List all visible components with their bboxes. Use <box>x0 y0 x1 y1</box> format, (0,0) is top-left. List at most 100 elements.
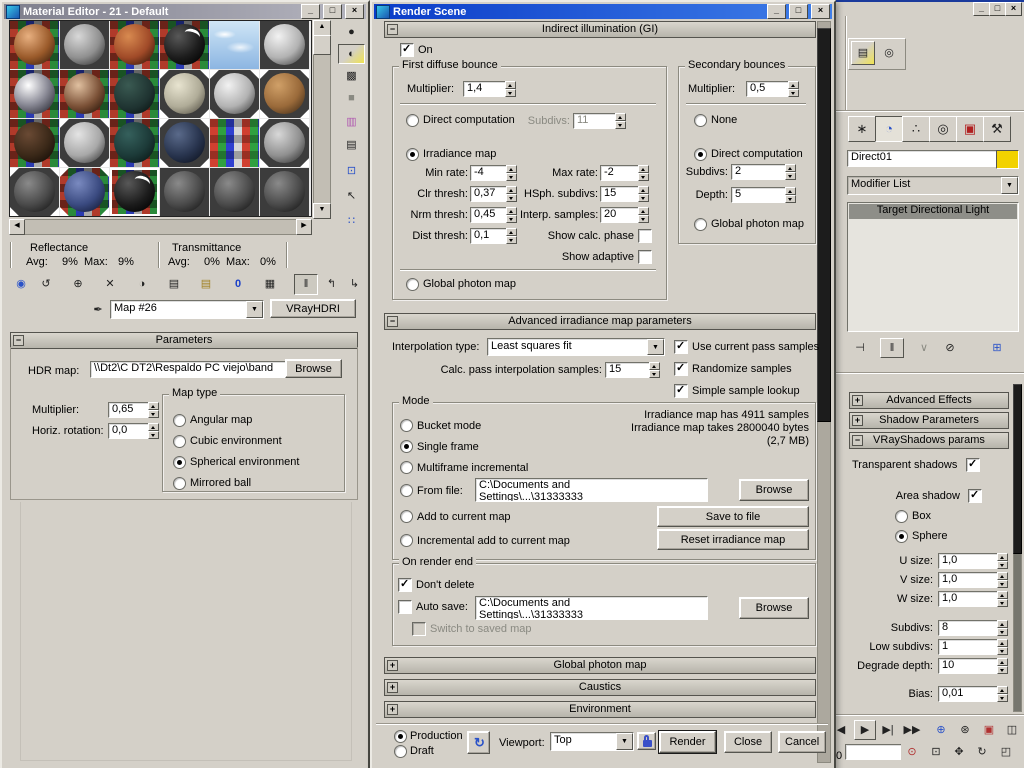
close-button[interactable]: × <box>811 4 830 19</box>
area-shadow-checkbox[interactable] <box>968 488 982 503</box>
main-restore-button[interactable]: □ <box>989 2 1006 16</box>
material-sample-slot[interactable] <box>260 119 309 167</box>
material-sample-slot[interactable] <box>210 70 259 118</box>
material-sample-slot[interactable] <box>60 119 109 167</box>
sb-none-radio[interactable] <box>694 114 707 127</box>
close-button[interactable]: × <box>345 4 364 19</box>
pick-material-icon[interactable]: ✒ <box>88 301 108 320</box>
auto-save-checkbox[interactable] <box>398 600 412 614</box>
sample-type-icon[interactable]: ● <box>338 22 365 42</box>
expand-icon[interactable]: + <box>852 415 863 426</box>
put-to-scene-icon[interactable]: ↺ <box>34 274 58 295</box>
material-sample-slot[interactable] <box>160 21 209 69</box>
fdb-global-photon-radio[interactable] <box>406 278 419 291</box>
multiplier-field[interactable]: 0,65 <box>108 402 152 418</box>
max-rate-field[interactable]: -2 <box>600 165 642 181</box>
video-color-check-icon[interactable]: ▥ <box>338 112 365 132</box>
subdivs-spinner[interactable] <box>997 620 1008 636</box>
angular-map-radio[interactable] <box>173 414 186 427</box>
put-to-library-icon[interactable]: ▤ <box>162 274 186 295</box>
dist-thresh-spinner[interactable] <box>506 228 517 244</box>
time-configuration-icon[interactable]: ⊙ <box>901 742 923 762</box>
material-sample-slot[interactable] <box>210 119 259 167</box>
next-frame-icon[interactable]: ▶| <box>877 720 899 740</box>
calc-pass-spinner[interactable] <box>649 362 660 378</box>
pan-icon[interactable]: ✥ <box>948 742 970 762</box>
tab-display[interactable]: ▣ <box>956 116 984 142</box>
tab-hierarchy[interactable]: ∴ <box>902 116 930 142</box>
collapse-icon[interactable]: − <box>852 435 863 446</box>
material-id-channel-icon[interactable]: 0 <box>226 274 250 295</box>
sb-direct-radio[interactable] <box>694 148 707 161</box>
hsph-subdivs-field[interactable]: 15 <box>600 186 642 202</box>
material-sample-slot[interactable] <box>10 168 59 216</box>
horiz-rotation-spinner[interactable] <box>148 423 159 439</box>
dialog-scrollbar-thumb[interactable] <box>817 28 831 422</box>
collapse-icon[interactable]: − <box>387 316 398 327</box>
u-size-field[interactable]: 1,0 <box>938 553 1001 569</box>
material-sample-slot[interactable] <box>160 119 209 167</box>
randomize-samples-checkbox[interactable] <box>674 361 688 376</box>
configure-modifier-sets-icon[interactable]: ⊞ <box>985 338 1009 358</box>
scroll-up-icon[interactable]: ▲ <box>313 20 331 36</box>
rollout-shadow-parameters[interactable]: + Shadow Parameters <box>849 412 1009 429</box>
stack-item-selected[interactable]: Target Directional Light <box>849 204 1017 219</box>
tab-create[interactable]: ∗ <box>848 116 876 142</box>
minmax-toggle-icon[interactable]: ◰ <box>995 742 1017 762</box>
material-sample-slot[interactable] <box>210 21 259 69</box>
simple-sample-lookup-checkbox[interactable] <box>674 383 688 398</box>
rollout-advanced-effects[interactable]: + Advanced Effects <box>849 392 1009 409</box>
dont-delete-checkbox[interactable] <box>398 577 412 592</box>
render-scene-titlebar[interactable]: Render Scene _ □ × <box>374 4 832 19</box>
material-type-button[interactable]: VRayHDRI <box>270 299 356 318</box>
auto-save-browse-button[interactable]: Browse <box>739 597 809 619</box>
material-sample-slot[interactable] <box>60 168 109 216</box>
rollout-environment[interactable]: + Environment <box>384 701 816 718</box>
chevron-down-icon[interactable]: ▼ <box>647 339 664 355</box>
material-sample-slot[interactable] <box>110 21 159 69</box>
show-end-result-stack-icon[interactable]: ‖ <box>880 338 904 358</box>
sb-global-photon-radio[interactable] <box>694 218 707 231</box>
auto-save-path-field[interactable]: C:\Documents and Settings\...\31333333 <box>475 596 708 620</box>
sb-multiplier-spinner[interactable] <box>788 81 799 97</box>
hdr-browse-button[interactable]: Browse <box>285 359 342 378</box>
get-material-icon[interactable]: ◉ <box>9 274 33 295</box>
dist-thresh-field[interactable]: 0,1 <box>470 228 510 244</box>
make-unique-icon[interactable]: ◑ <box>130 274 154 295</box>
material-sample-slot[interactable] <box>260 168 309 216</box>
from-file-radio[interactable] <box>400 484 413 497</box>
sphere-radio[interactable] <box>895 530 908 543</box>
material-map-navigator-icon[interactable]: ∷ <box>338 211 365 231</box>
sample-uv-tiling-icon[interactable]: ■ <box>338 88 365 108</box>
scroll-left-icon[interactable]: ◀ <box>9 219 25 235</box>
calc-pass-field[interactable]: 15 <box>605 362 653 378</box>
material-sample-slot[interactable] <box>60 70 109 118</box>
sb-depth-spinner[interactable] <box>785 187 796 203</box>
nrm-thresh-field[interactable]: 0,45 <box>470 207 510 223</box>
maximize-button[interactable]: □ <box>789 4 808 19</box>
remove-modifier-icon[interactable]: ⊘ <box>938 338 962 358</box>
make-preview-icon[interactable]: ▤ <box>338 135 365 155</box>
draft-radio[interactable] <box>394 745 407 758</box>
fdb-subdivs-field[interactable]: 11 <box>573 113 619 129</box>
select-by-material-icon[interactable]: ↖ <box>338 186 365 206</box>
rollout-global-photon-map[interactable]: + Global photon map <box>384 657 816 674</box>
fdb-subdivs-spinner[interactable] <box>615 113 626 129</box>
rollout-vrayshadows[interactable]: − VRayShadows params <box>849 432 1009 449</box>
max-rate-spinner[interactable] <box>638 165 649 181</box>
background-icon[interactable]: ▩ <box>338 66 365 86</box>
material-sample-slot[interactable] <box>110 70 159 118</box>
gi-on-checkbox[interactable] <box>400 42 414 57</box>
hsph-subdivs-spinner[interactable] <box>638 186 649 202</box>
v-size-field[interactable]: 1,0 <box>938 572 1001 588</box>
production-radio[interactable] <box>394 730 407 743</box>
material-sample-slot[interactable] <box>10 119 59 167</box>
mirrored-ball-radio[interactable] <box>173 477 186 490</box>
tab-motion[interactable]: ◎ <box>929 116 957 142</box>
use-current-pass-checkbox[interactable] <box>674 339 688 354</box>
material-sample-slot[interactable] <box>260 21 309 69</box>
sb-subdivs-spinner[interactable] <box>785 164 796 180</box>
material-sample-slot[interactable] <box>10 70 59 118</box>
material-sample-slot[interactable] <box>260 70 309 118</box>
direct-computation-radio[interactable] <box>406 114 419 127</box>
